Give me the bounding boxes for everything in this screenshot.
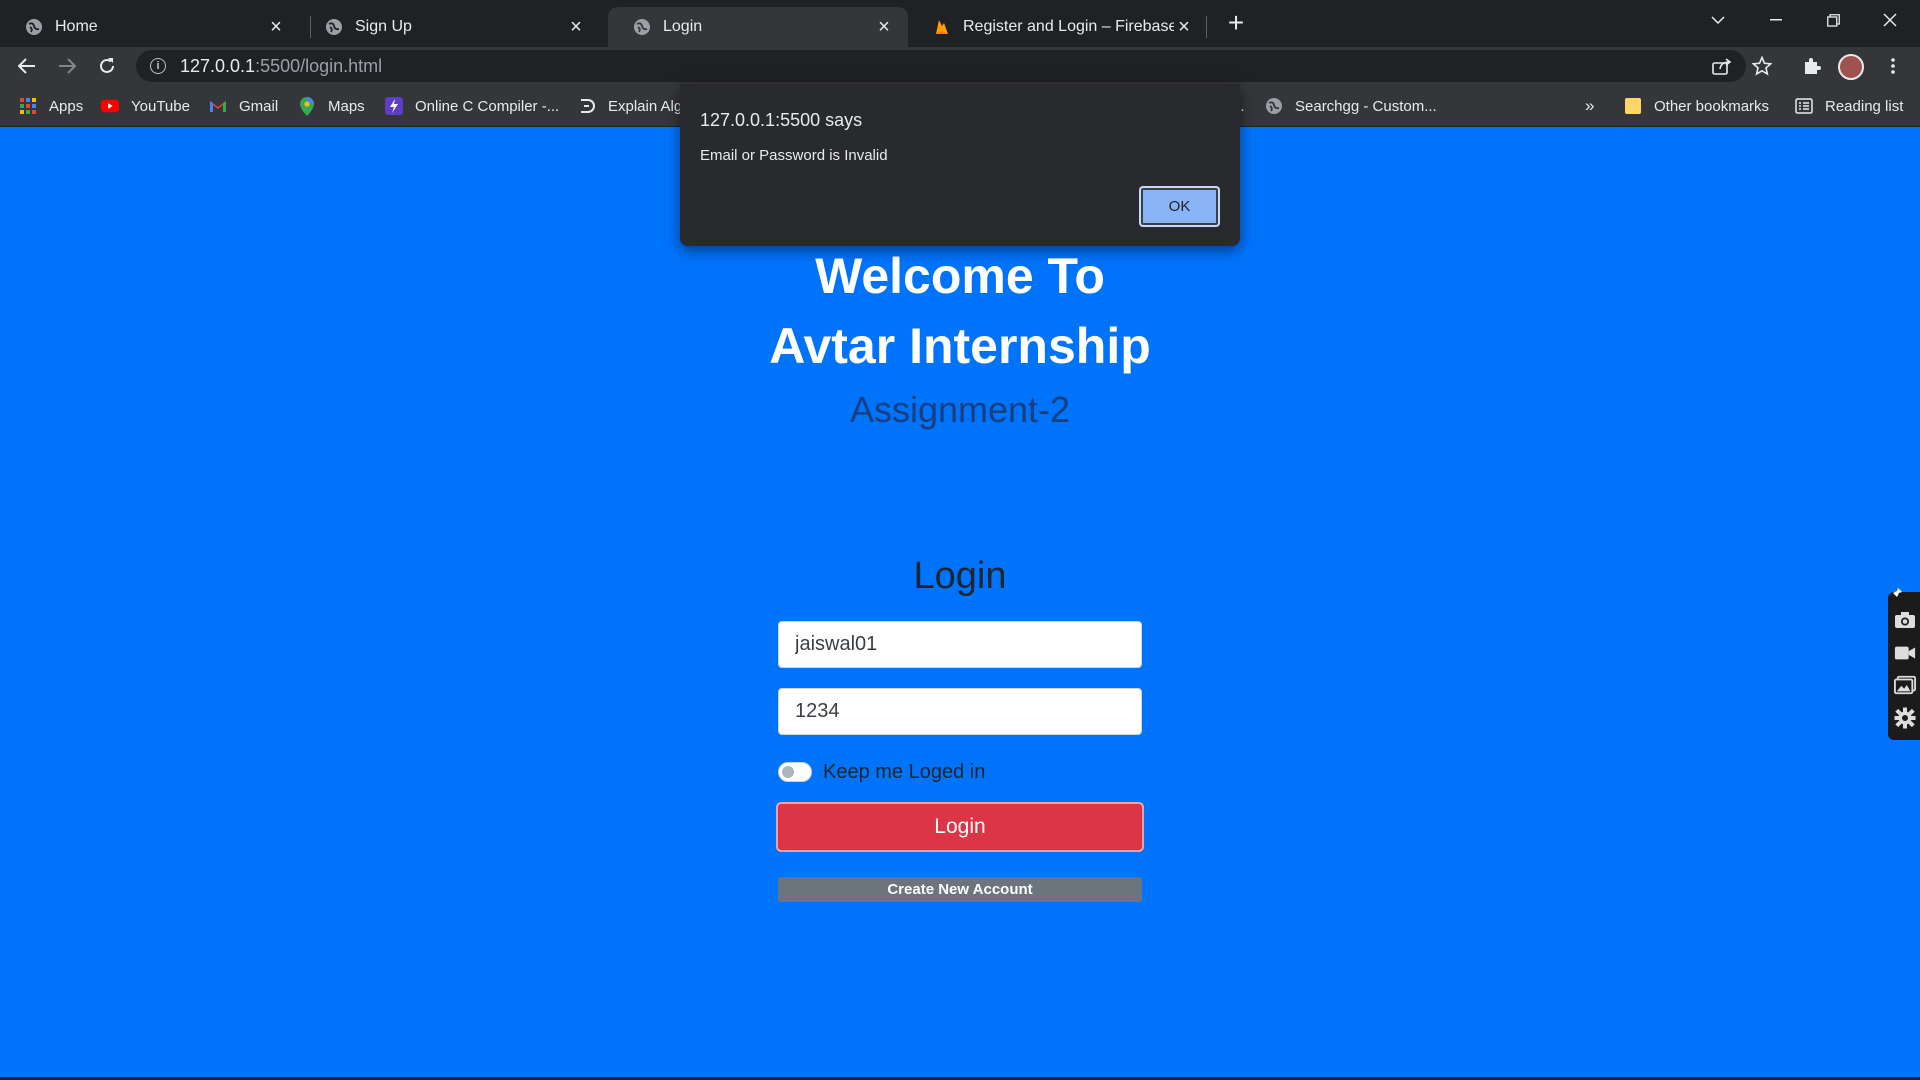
alert-dialog: 127.0.0.1:5500 says Email or Password is… xyxy=(680,84,1240,246)
tab-search-button[interactable] xyxy=(1690,0,1746,40)
forward-button[interactable] xyxy=(50,49,84,83)
tab-title: Home xyxy=(55,18,98,35)
bookmark-youtube[interactable]: YouTube xyxy=(101,94,190,118)
site-info-icon[interactable]: i xyxy=(150,58,166,74)
minimize-button[interactable] xyxy=(1748,0,1804,40)
tab-strip: Home × Sign Up × Login × Register and Lo… xyxy=(0,0,1920,47)
side-tool-panel xyxy=(1888,588,1920,740)
bookmark-star-icon[interactable] xyxy=(1745,49,1779,83)
bookmark-label: YouTube xyxy=(131,97,190,115)
new-tab-button[interactable]: + xyxy=(1220,7,1252,39)
globe-icon xyxy=(632,18,651,37)
keep-logged-in-row[interactable]: Keep me Loged in xyxy=(778,759,985,785)
bookmark-label: Online C Compiler -... xyxy=(415,97,560,115)
back-button[interactable] xyxy=(10,49,44,83)
close-icon[interactable]: × xyxy=(1174,16,1194,38)
bookmark-label: Reading list xyxy=(1825,97,1904,115)
password-input[interactable] xyxy=(778,688,1142,735)
youtube-icon xyxy=(101,97,119,115)
reload-button[interactable] xyxy=(90,49,124,83)
gear-icon[interactable] xyxy=(1894,707,1916,729)
toggle-knob xyxy=(782,766,794,778)
login-button[interactable]: Login xyxy=(776,802,1144,852)
address-bar[interactable]: i 127.0.0.1:5500/login.html xyxy=(136,50,1746,82)
bookmark-reading-list[interactable]: Reading list xyxy=(1795,94,1903,118)
bookmark-label: Explain Alg xyxy=(608,97,683,115)
pin-icon[interactable] xyxy=(1890,586,1904,600)
close-window-button[interactable] xyxy=(1862,0,1918,40)
reading-list-icon xyxy=(1795,97,1813,115)
login-title: Login xyxy=(913,555,1007,597)
keep-logged-in-label[interactable]: Keep me Loged in xyxy=(823,761,985,784)
welcome-heading-line2: Avtar Internship xyxy=(769,318,1151,374)
firebase-icon xyxy=(932,18,951,37)
ok-button[interactable]: OK xyxy=(1139,186,1220,227)
username-input[interactable] xyxy=(778,621,1142,668)
video-camera-icon[interactable] xyxy=(1894,642,1916,664)
browser-toolbar: i 127.0.0.1:5500/login.html xyxy=(0,47,1920,85)
bookmark-label: Gmail xyxy=(239,97,279,115)
bookmark-explain-alg[interactable]: Explain Alg xyxy=(578,94,682,118)
bookmark-apps[interactable]: Apps xyxy=(19,94,83,118)
url-host: 127.0.0.1 xyxy=(180,55,256,76)
bookmark-other-bookmarks[interactable]: Other bookmarks xyxy=(1624,94,1769,118)
tab-title: Login xyxy=(663,18,703,35)
page-content: Welcome To Avtar Internship Assignment-2… xyxy=(0,127,1920,1080)
dialog-title: 127.0.0.1:5500 says xyxy=(700,110,863,130)
bookmark-label: Searchgg - Custom... xyxy=(1295,97,1437,115)
bookmark-searchgg[interactable]: Searchgg - Custom... xyxy=(1265,94,1437,118)
bookmark-label: Maps xyxy=(328,97,365,115)
globe-icon xyxy=(24,18,43,37)
bookmark-gmail[interactable]: Gmail xyxy=(209,94,278,118)
assignment-subtitle: Assignment-2 xyxy=(849,389,1071,430)
gmail-icon xyxy=(209,97,227,115)
apps-grid-icon xyxy=(19,97,37,115)
tab-home[interactable]: Home × xyxy=(0,7,300,47)
tab-firebase[interactable]: Register and Login – Firebase con × xyxy=(908,7,1208,47)
create-account-button[interactable]: Create New Account xyxy=(778,877,1142,902)
bookmark-maps[interactable]: Maps xyxy=(298,94,365,118)
explain-icon xyxy=(578,97,596,115)
tab-separator xyxy=(1206,16,1207,38)
globe-icon xyxy=(1265,97,1283,115)
gallery-icon[interactable] xyxy=(1894,674,1916,696)
keep-logged-in-toggle[interactable] xyxy=(778,762,812,782)
extensions-puzzle-icon[interactable] xyxy=(1795,49,1829,83)
url-path: :5500/login.html xyxy=(255,55,383,76)
tab-title: Sign Up xyxy=(355,18,412,35)
share-icon[interactable] xyxy=(1705,49,1739,83)
globe-icon xyxy=(324,18,343,37)
restore-button[interactable] xyxy=(1805,0,1861,40)
bookmark-label: » xyxy=(1585,96,1595,115)
bookmark-online-c-compiler[interactable]: Online C Compiler -... xyxy=(385,94,559,118)
dialog-message: Email or Password is Invalid xyxy=(700,147,888,164)
profile-avatar[interactable] xyxy=(1838,54,1864,80)
maps-icon xyxy=(298,96,316,116)
tab-login[interactable]: Login × xyxy=(608,7,908,47)
menu-kebab-icon[interactable] xyxy=(1876,49,1910,83)
more-bookmarks-button[interactable]: » xyxy=(1585,94,1594,118)
bookmark-label: Apps xyxy=(49,97,84,115)
folder-icon xyxy=(1624,97,1642,115)
close-icon[interactable]: × xyxy=(266,16,286,38)
welcome-heading-line1: Welcome To xyxy=(815,248,1105,304)
bookmark-label: Other bookmarks xyxy=(1654,97,1770,115)
compiler-icon xyxy=(385,97,403,115)
tab-title: Register and Login – Firebase con xyxy=(963,18,1174,35)
camera-icon[interactable] xyxy=(1894,609,1916,631)
close-icon[interactable]: × xyxy=(874,16,894,38)
close-icon[interactable]: × xyxy=(566,16,586,38)
tab-sign-up[interactable]: Sign Up × xyxy=(300,7,600,47)
